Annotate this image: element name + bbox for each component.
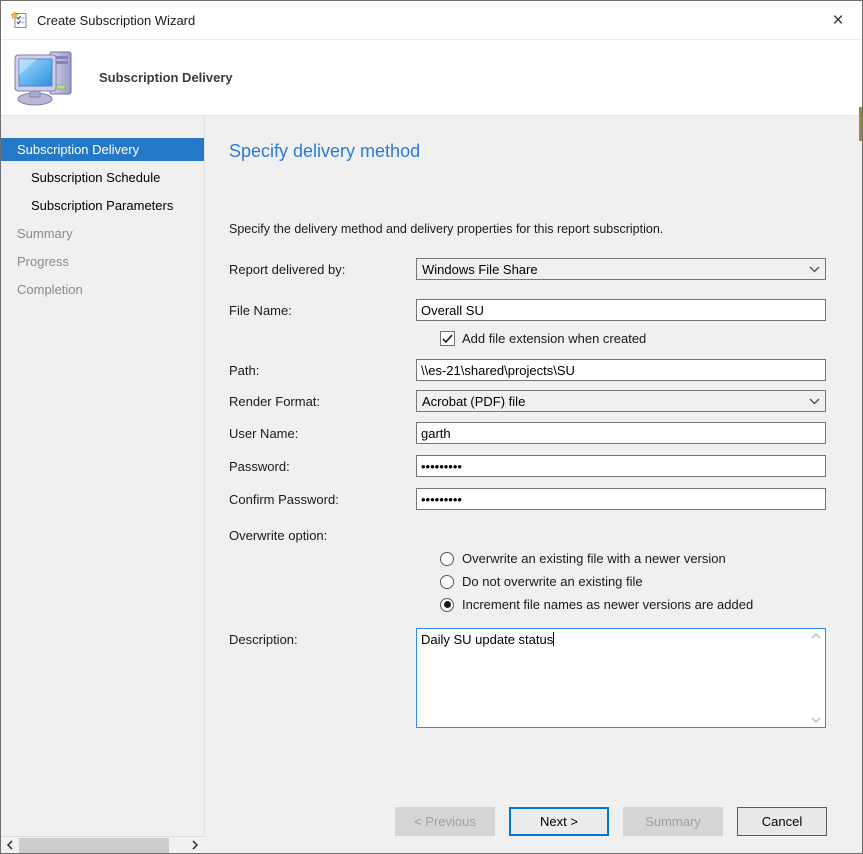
sidebar-item-completion[interactable]: Completion <box>1 278 204 301</box>
user-name-label: User Name: <box>229 422 416 441</box>
window-edge-accent <box>859 107 862 141</box>
add-extension-checkbox[interactable] <box>440 331 455 346</box>
delivery-form: Report delivered by: Windows File Share … <box>229 258 826 728</box>
report-delivered-by-select[interactable]: Windows File Share <box>416 258 826 280</box>
add-extension-label: Add file extension when created <box>462 331 646 346</box>
path-label: Path: <box>229 359 416 378</box>
password-label: Password: <box>229 455 416 474</box>
wizard-nav-sidebar: Subscription Delivery Subscription Sched… <box>1 117 205 853</box>
wizard-button-bar: < Previous Next > Summary Cancel <box>205 789 862 853</box>
chevron-down-icon <box>803 266 825 273</box>
checkmark-icon <box>442 334 453 344</box>
create-subscription-wizard-window: Create Subscription Wizard × Subscrip <box>0 0 863 854</box>
render-format-select[interactable]: Acrobat (PDF) file <box>416 390 826 412</box>
sidebar-item-subscription-parameters[interactable]: Subscription Parameters <box>1 194 204 217</box>
sidebar-item-subscription-delivery[interactable]: Subscription Delivery <box>1 138 204 161</box>
close-button[interactable]: × <box>824 6 852 34</box>
overwrite-option-label: Overwrite option: <box>229 528 826 543</box>
description-scrollbar[interactable] <box>808 630 824 726</box>
confirm-password-label: Confirm Password: <box>229 488 416 507</box>
previous-button[interactable]: < Previous <box>395 807 495 836</box>
description-label: Description: <box>229 628 416 647</box>
title-bar: Create Subscription Wizard × <box>1 1 862 39</box>
file-name-input[interactable] <box>416 299 826 321</box>
radio-overwrite-newer-version-label: Overwrite an existing file with a newer … <box>462 551 726 566</box>
wizard-icon <box>11 11 29 29</box>
scroll-right-icon[interactable] <box>186 837 203 854</box>
password-input[interactable] <box>416 455 826 477</box>
text-caret <box>553 632 554 646</box>
window-title: Create Subscription Wizard <box>37 13 195 28</box>
confirm-password-input[interactable] <box>416 488 826 510</box>
path-input[interactable] <box>416 359 826 381</box>
render-format-value: Acrobat (PDF) file <box>422 394 803 409</box>
radio-increment-file-names-label: Increment file names as newer versions a… <box>462 597 753 612</box>
chevron-down-icon <box>803 398 825 405</box>
report-delivered-by-label: Report delivered by: <box>229 258 416 277</box>
sidebar-item-summary[interactable]: Summary <box>1 222 204 245</box>
file-name-label: File Name: <box>229 299 416 318</box>
header-title: Subscription Delivery <box>99 70 233 85</box>
scroll-down-icon[interactable] <box>811 717 821 723</box>
wizard-body: Subscription Delivery Subscription Sched… <box>1 117 862 853</box>
user-name-input[interactable] <box>416 422 826 444</box>
wizard-page-content: Specify delivery method Specify the deli… <box>205 117 863 853</box>
radio-do-not-overwrite-label: Do not overwrite an existing file <box>462 574 643 589</box>
radio-increment-file-names[interactable] <box>440 598 454 612</box>
scrollbar-thumb[interactable] <box>19 838 169 853</box>
description-textarea[interactable]: Daily SU update status <box>416 628 826 728</box>
cancel-button[interactable]: Cancel <box>737 807 827 836</box>
page-title: Specify delivery method <box>229 141 826 162</box>
render-format-label: Render Format: <box>229 390 416 409</box>
sidebar-horizontal-scrollbar[interactable] <box>1 836 205 853</box>
page-description: Specify the delivery method and delivery… <box>229 222 826 236</box>
scroll-up-icon[interactable] <box>811 633 821 639</box>
scroll-left-icon[interactable] <box>1 837 18 854</box>
wizard-header: Subscription Delivery <box>1 39 862 116</box>
report-delivered-by-value: Windows File Share <box>422 262 803 277</box>
summary-button[interactable]: Summary <box>623 807 723 836</box>
computer-icon <box>13 49 77 107</box>
next-button[interactable]: Next > <box>509 807 609 836</box>
sidebar-item-progress[interactable]: Progress <box>1 250 204 273</box>
radio-do-not-overwrite[interactable] <box>440 575 454 589</box>
sidebar-item-subscription-schedule[interactable]: Subscription Schedule <box>1 166 204 189</box>
description-text: Daily SU update status <box>421 632 553 647</box>
radio-overwrite-newer-version[interactable] <box>440 552 454 566</box>
